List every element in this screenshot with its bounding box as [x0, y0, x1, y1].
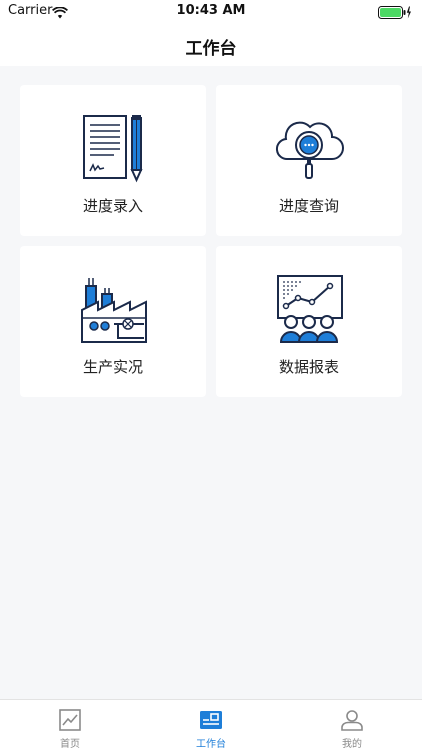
card-label: 进度查询	[278, 197, 339, 215]
tab-bar: 首页 工作台 我的	[0, 699, 422, 750]
tab-mine[interactable]: 我的	[282, 700, 422, 750]
data-report-icon	[274, 274, 344, 344]
tab-label: 工作台	[196, 739, 226, 750]
factory-icon	[78, 274, 148, 344]
workbench-icon	[199, 708, 223, 732]
tab-workbench[interactable]: 工作台	[141, 700, 281, 750]
status-bar: Carrier 10:43 AM	[0, 0, 422, 22]
cloud-search-icon	[274, 113, 344, 183]
card-label: 数据报表	[278, 358, 339, 376]
tab-label: 我的	[342, 739, 362, 750]
chart-line-icon	[58, 708, 82, 732]
status-time: 10:43 AM	[176, 3, 246, 18]
card-production-live[interactable]: 生产实况	[20, 246, 206, 397]
card-progress-entry[interactable]: 进度录入	[20, 85, 206, 236]
document-pen-icon	[78, 113, 148, 183]
user-icon	[340, 708, 364, 732]
card-label: 生产实况	[82, 358, 143, 376]
navigation-bar: 工作台	[0, 22, 422, 66]
battery-charging-icon	[378, 4, 412, 23]
tab-home[interactable]: 首页	[0, 700, 140, 750]
page-title: 工作台	[185, 39, 237, 59]
tab-label: 首页	[60, 739, 80, 750]
card-progress-query[interactable]: 进度查询	[216, 85, 402, 236]
card-data-report[interactable]: 数据报表	[216, 246, 402, 397]
card-label: 进度录入	[82, 197, 143, 215]
